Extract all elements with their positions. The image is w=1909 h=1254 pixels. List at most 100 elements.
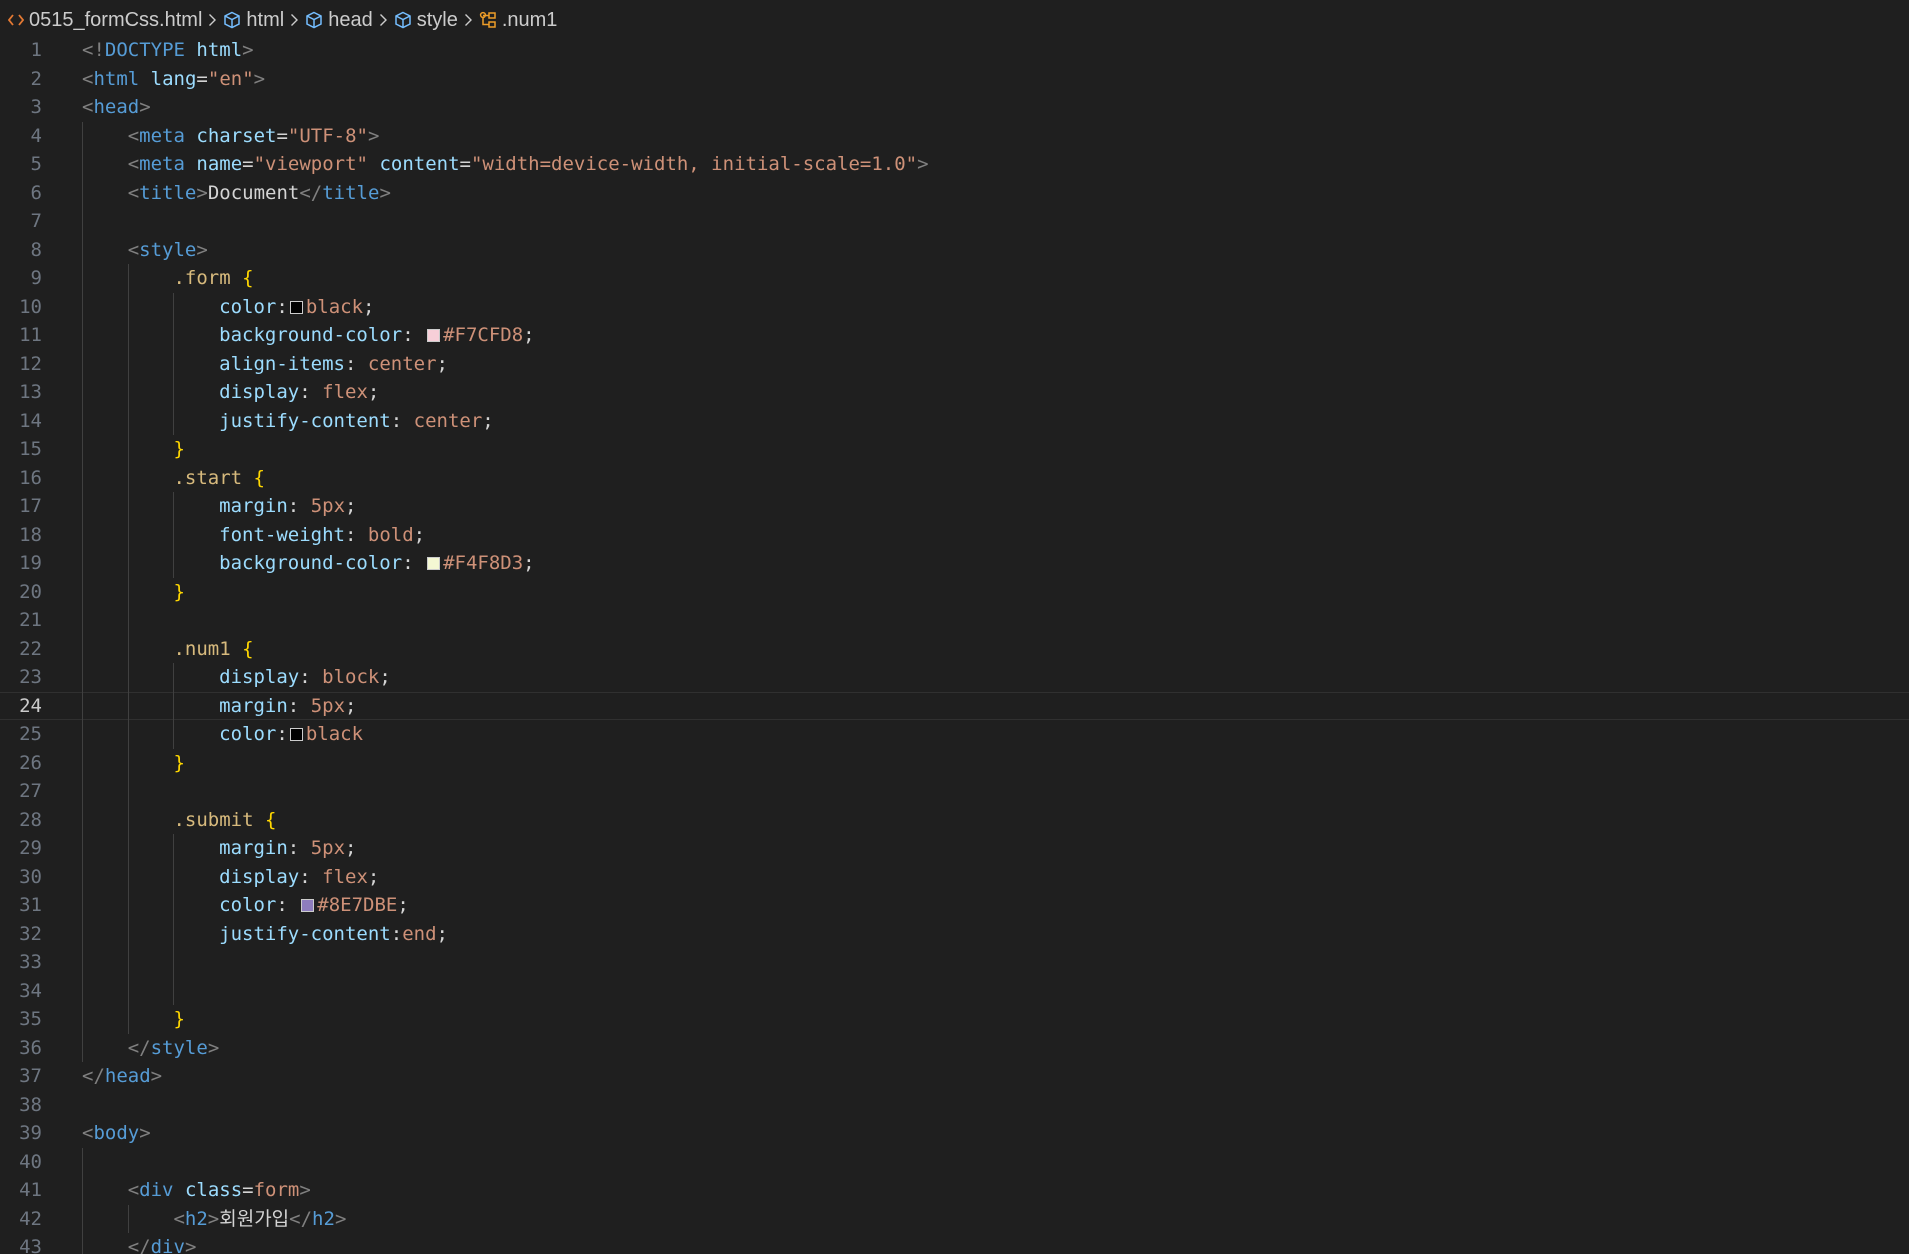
code-line[interactable]: 3 <head> [0, 93, 1909, 122]
code-text: <h2>회원가입</h2> [173, 1205, 346, 1234]
code-line[interactable]: 12 align-items: center; [0, 349, 1909, 378]
indent-guide [82, 178, 83, 207]
code-text: .form { [173, 264, 253, 293]
code-line[interactable]: 39 <body> [0, 1119, 1909, 1148]
line-number: 36 [19, 1036, 42, 1059]
element-cube-icon [394, 11, 412, 29]
code-token: </ [299, 181, 323, 204]
code-token: = [242, 153, 254, 175]
code-line[interactable]: 41 <div class=form> [0, 1176, 1909, 1205]
code-line[interactable]: 1 <!DOCTYPE html> [0, 36, 1909, 65]
indent-guide [82, 862, 83, 891]
line-number: 42 [19, 1207, 42, 1230]
code-token: html [196, 39, 243, 61]
code-line[interactable]: 26} [0, 748, 1909, 777]
code-line[interactable]: 38 [0, 1091, 1909, 1120]
breadcrumb-label: head [328, 8, 373, 31]
code-line[interactable]: 7 [0, 207, 1909, 236]
line-number: 10 [19, 295, 42, 318]
breadcrumb-item-html[interactable]: html [223, 9, 284, 32]
code-line[interactable]: 10 color: black; [0, 292, 1909, 321]
code-line[interactable]: 4 <meta charset="UTF-8"> [0, 121, 1909, 150]
code-line[interactable]: 5 <meta name="viewport" content="width=de… [0, 150, 1909, 179]
code-token: > [379, 181, 391, 204]
code-line[interactable]: 19 background-color: #F4F8D3; [0, 549, 1909, 578]
breadcrumb-item-style[interactable]: style [394, 9, 458, 32]
code-line[interactable]: 6 <title>Document</title> [0, 178, 1909, 207]
indent-guide [82, 663, 83, 692]
code-token: ; [413, 523, 426, 546]
code-line[interactable]: 9 .form { [0, 264, 1909, 293]
line-number: 39 [19, 1122, 42, 1144]
code-line[interactable]: 24 margin: 5px; [0, 691, 1909, 720]
breadcrumb-item-0515-formcss-html[interactable]: 0515_formCss.html [8, 9, 202, 32]
code-line[interactable]: 32 justify-content:end; [0, 919, 1909, 948]
code-line[interactable]: 8 <style> [0, 235, 1909, 264]
code-token: : [276, 295, 288, 318]
code-line[interactable]: 43 </div> [0, 1233, 1909, 1254]
line-number: 30 [19, 865, 42, 888]
code-line[interactable]: 29 margin: 5px; [0, 834, 1909, 863]
code-line[interactable]: 35} [0, 1005, 1909, 1034]
indent-guide [127, 606, 129, 635]
code-editor[interactable]: 0515_formCss.html html head style .num1 1 <!D… [0, 0, 1909, 1254]
code-line[interactable]: 33 [0, 948, 1909, 977]
line-number: 14 [19, 409, 42, 432]
code-line[interactable]: 30 display: flex; [0, 862, 1909, 891]
indent-guide [127, 634, 129, 663]
code-line[interactable]: 34 [0, 976, 1909, 1005]
code-token: : [402, 552, 426, 574]
code-line[interactable]: 18 font-weight: bold; [0, 520, 1909, 549]
code-line[interactable]: 31 color: #8E7DBE; [0, 891, 1909, 920]
indent-guide [127, 948, 129, 977]
code-line[interactable]: 20} [0, 577, 1909, 606]
indent-guide [173, 663, 175, 692]
code-line[interactable]: 28 .submit { [0, 805, 1909, 834]
code-line[interactable]: 2 <html lang="en"> [0, 65, 1909, 94]
code-token: > [196, 238, 208, 261]
code-area[interactable]: 1 <!DOCTYPE html> 2 <html lang="en"> 3 <head>… [0, 36, 1909, 1254]
color-swatch[interactable] [301, 899, 315, 912]
code-line[interactable]: 21 [0, 606, 1909, 635]
indent-guide [127, 1204, 129, 1233]
code-line[interactable]: 40 [0, 1147, 1909, 1176]
color-swatch[interactable] [427, 329, 441, 342]
code-line[interactable]: 14 justify-content: center; [0, 406, 1909, 435]
indent-guide [82, 492, 83, 521]
indent-guide [82, 435, 83, 464]
breadcrumb-item-head[interactable]: head [305, 9, 373, 32]
color-swatch[interactable] [289, 300, 303, 314]
code-token: } [173, 751, 185, 774]
code-token: #F4F8D3 [443, 552, 524, 574]
code-line[interactable]: 17 margin: 5px; [0, 492, 1909, 521]
indent-guide [173, 321, 175, 350]
color-swatch[interactable] [427, 557, 441, 570]
code-token: lang [150, 67, 197, 90]
code-token: margin [219, 837, 288, 859]
code-line[interactable]: 13 display: flex; [0, 378, 1909, 407]
code-line[interactable]: 22 .num1 { [0, 634, 1909, 663]
code-line[interactable]: 36 </style> [0, 1033, 1909, 1062]
indent-guide [127, 378, 129, 407]
line-number: 40 [19, 1150, 42, 1173]
code-line[interactable]: 27 [0, 777, 1909, 806]
code-token: 5px [310, 837, 346, 859]
code-line[interactable]: 15} [0, 435, 1909, 464]
code-line[interactable]: 25 color: black [0, 720, 1909, 749]
indent-guide [173, 891, 175, 920]
code-line[interactable]: 42 <h2>회원가입</h2> [0, 1204, 1909, 1234]
color-swatch[interactable] [289, 728, 303, 741]
indent-guide [127, 406, 129, 435]
code-token: : [287, 837, 311, 859]
line-number: 27 [19, 780, 42, 802]
code-token: charset [196, 124, 277, 147]
code-line[interactable]: 23 display: block; [0, 663, 1909, 692]
indent-guide [127, 520, 129, 549]
breadcrumb-item-num1[interactable]: .num1 [479, 9, 557, 32]
code-line[interactable]: 11 background-color: #F7CFD8; [0, 321, 1909, 350]
code-token: } [173, 438, 185, 460]
element-cube-icon [305, 11, 323, 29]
code-line[interactable]: 16 .start { [0, 463, 1909, 492]
code-token: > [207, 1207, 220, 1230]
code-line[interactable]: 37 </head> [0, 1062, 1909, 1091]
